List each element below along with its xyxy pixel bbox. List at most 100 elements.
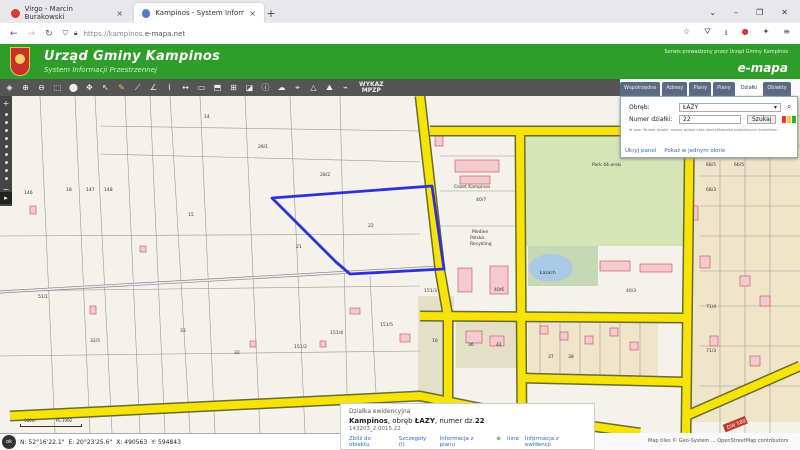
obreb-row: Obręb: ŁAZY ▾ ⌕ (629, 102, 791, 112)
address-toolbar: ← → ↻ ⛉ 🔒︎ https://kampinos.e-mapa.net ☆… (0, 23, 800, 44)
map-label: Park 44-orski (592, 162, 621, 168)
pocket-icon[interactable]: ⛛ (704, 27, 711, 41)
tab-adresy[interactable]: Adresy (662, 82, 688, 96)
parcel-info-popup: Działka ewidencyjna Kampinos, obręb ŁAZY… (340, 403, 595, 450)
map-label: 22 (368, 223, 374, 229)
zoom-out-icon[interactable]: ⊖ (35, 81, 48, 94)
zoom-to-object-link[interactable]: Zbliż do obiektu (349, 436, 393, 448)
cloud-icon[interactable]: ☁ (275, 81, 288, 94)
layers-icon[interactable]: ◈ (3, 81, 16, 94)
zoom-extent-icon[interactable]: ⬚ (51, 81, 64, 94)
forward-icon[interactable]: → (28, 29, 36, 39)
map-label: Recykling (470, 241, 492, 247)
select-rect-icon[interactable]: ⬒ (211, 81, 224, 94)
crs-label: PL-1992 (56, 418, 73, 423)
site-subtitle: System Informacji Przestrzennej (44, 66, 157, 74)
comment-icon[interactable]: ◪ (243, 81, 256, 94)
minimize-icon[interactable]: – (734, 8, 738, 17)
expand-panel-icon[interactable]: ▸ (0, 192, 12, 204)
close-window-icon[interactable]: ✕ (781, 8, 788, 17)
mpzp-label: MPZP (361, 86, 381, 94)
zoom-in-icon[interactable]: ⊕ (19, 81, 32, 94)
tab-wspolrzedne[interactable]: Współrzędne (620, 82, 661, 96)
zoom-plus-icon[interactable]: + (3, 99, 10, 108)
map-label: 42 (496, 342, 502, 348)
triangle-icon[interactable]: △ (307, 81, 320, 94)
bookmark-star-icon[interactable]: ☆ (683, 27, 690, 41)
show-all-link[interactable]: Pokaż w jednym oknie (664, 148, 725, 154)
list-tabs-icon[interactable]: ⌄ (709, 8, 716, 17)
pan-icon[interactable]: ✥ (83, 81, 96, 94)
map-label: 36 (468, 342, 474, 348)
search-icon[interactable]: ⌕ (787, 102, 791, 112)
full-extent-icon[interactable]: ⬤ (67, 81, 80, 94)
measure-line-icon[interactable]: ⟋ (131, 81, 144, 94)
close-tab-icon[interactable]: × (116, 9, 123, 18)
measure-angle-icon[interactable]: ∠ (147, 81, 160, 94)
panel-tabs: Współrzędne Adresy Plany Plany Działki O… (620, 82, 800, 96)
numer-label: Numer działki: (629, 116, 673, 123)
zoom-slider[interactable]: + − (0, 96, 12, 206)
tab-obiekty[interactable]: Obiekty (763, 82, 791, 96)
panel-links: Ukryj panel Pokaż w jednym oknie (625, 148, 725, 154)
chevron-down-icon: ▾ (773, 103, 777, 111)
tab-plany-2[interactable]: Plany (713, 82, 735, 96)
share-icon[interactable]: ⌁ (339, 81, 352, 94)
maximize-icon[interactable]: ❐ (756, 8, 763, 17)
tab-dzialki[interactable]: Działki (736, 82, 762, 96)
menu-icon[interactable]: ≡ (783, 27, 790, 41)
map-label: 68/5 (706, 162, 716, 168)
coord-e: E: 20°23'25.6" (68, 438, 113, 446)
tab-plany[interactable]: Plany (689, 82, 712, 96)
print-area-icon[interactable]: ▭ (195, 81, 208, 94)
color-swatch-icon[interactable] (782, 116, 797, 123)
map-label: 71/3 (706, 348, 716, 354)
browser-tab-virgo[interactable]: Virgo - Marcin Burakowski × (3, 3, 131, 23)
details-link[interactable]: Szczegóły (I) (399, 436, 434, 448)
map-label: Polska (470, 235, 484, 241)
close-tab-icon[interactable]: × (249, 9, 256, 18)
wykaz-mpzp-button[interactable]: WYKAZ MPZP (359, 81, 384, 94)
obreb-select[interactable]: ŁAZY ▾ (679, 102, 781, 112)
numer-input[interactable]: 22 (679, 115, 741, 124)
ok-button[interactable]: ok (2, 435, 16, 449)
url-input[interactable]: ⛉ 🔒︎ https://kampinos.e-mapa.net (63, 29, 663, 38)
tab-label: Kampinos - System Informacji (155, 9, 244, 17)
map-label: 40/6 (494, 287, 504, 293)
plan-info-link[interactable]: Informacja z planu (440, 436, 491, 448)
info-icon[interactable]: ⓘ (259, 81, 272, 94)
pointer-icon[interactable]: ↖ (99, 81, 112, 94)
lasso-icon[interactable]: ⌇ (163, 81, 176, 94)
new-tab-button[interactable]: + (264, 3, 278, 23)
camera-icon[interactable]: ● (742, 27, 749, 41)
other-link[interactable]: Inne (507, 436, 519, 448)
map-label: 66/5 (734, 162, 744, 168)
terrain-icon[interactable]: ⛰ (323, 81, 336, 94)
pencil-icon[interactable]: ✎ (115, 81, 128, 94)
map-label: Cezet Kampinos (454, 184, 491, 190)
distance-icon[interactable]: ↔ (179, 81, 192, 94)
coord-x: X: 490563 (116, 438, 148, 446)
reload-icon[interactable]: ↻ (45, 29, 53, 39)
map-label: 28/2 (320, 172, 330, 178)
map-label: 21 (296, 244, 302, 250)
extensions-icon[interactable]: ✦ (763, 27, 770, 41)
szukaj-button[interactable]: Szukaj (747, 115, 777, 124)
service-note: Serwis prowadzony przez Urząd Gminy Kamp… (664, 49, 788, 55)
map-label: Łazach (539, 270, 556, 276)
map-label: 37 (548, 354, 554, 360)
registry-info-link[interactable]: Informacja z ewidencji (525, 436, 586, 448)
browser-tab-kampinos[interactable]: Kampinos - System Informacji × (134, 3, 264, 23)
hide-panel-link[interactable]: Ukryj panel (625, 148, 656, 154)
marker-icon[interactable]: ⌖ (291, 81, 304, 94)
scale-line (20, 424, 82, 427)
map-label: 71/4 (706, 304, 716, 310)
info-place: Kampinos (349, 417, 388, 425)
download-icon[interactable]: ⭳ (725, 27, 728, 41)
grid-icon[interactable]: ⊞ (227, 81, 240, 94)
site-header: Urząd Gminy Kampinos System Informacji P… (0, 44, 800, 79)
numer-row: Numer działki: 22 Szukaj (629, 115, 797, 124)
back-icon[interactable]: ← (10, 29, 18, 39)
plus-icon[interactable]: ⊕ (496, 436, 501, 448)
map-label: Medien (472, 229, 489, 235)
